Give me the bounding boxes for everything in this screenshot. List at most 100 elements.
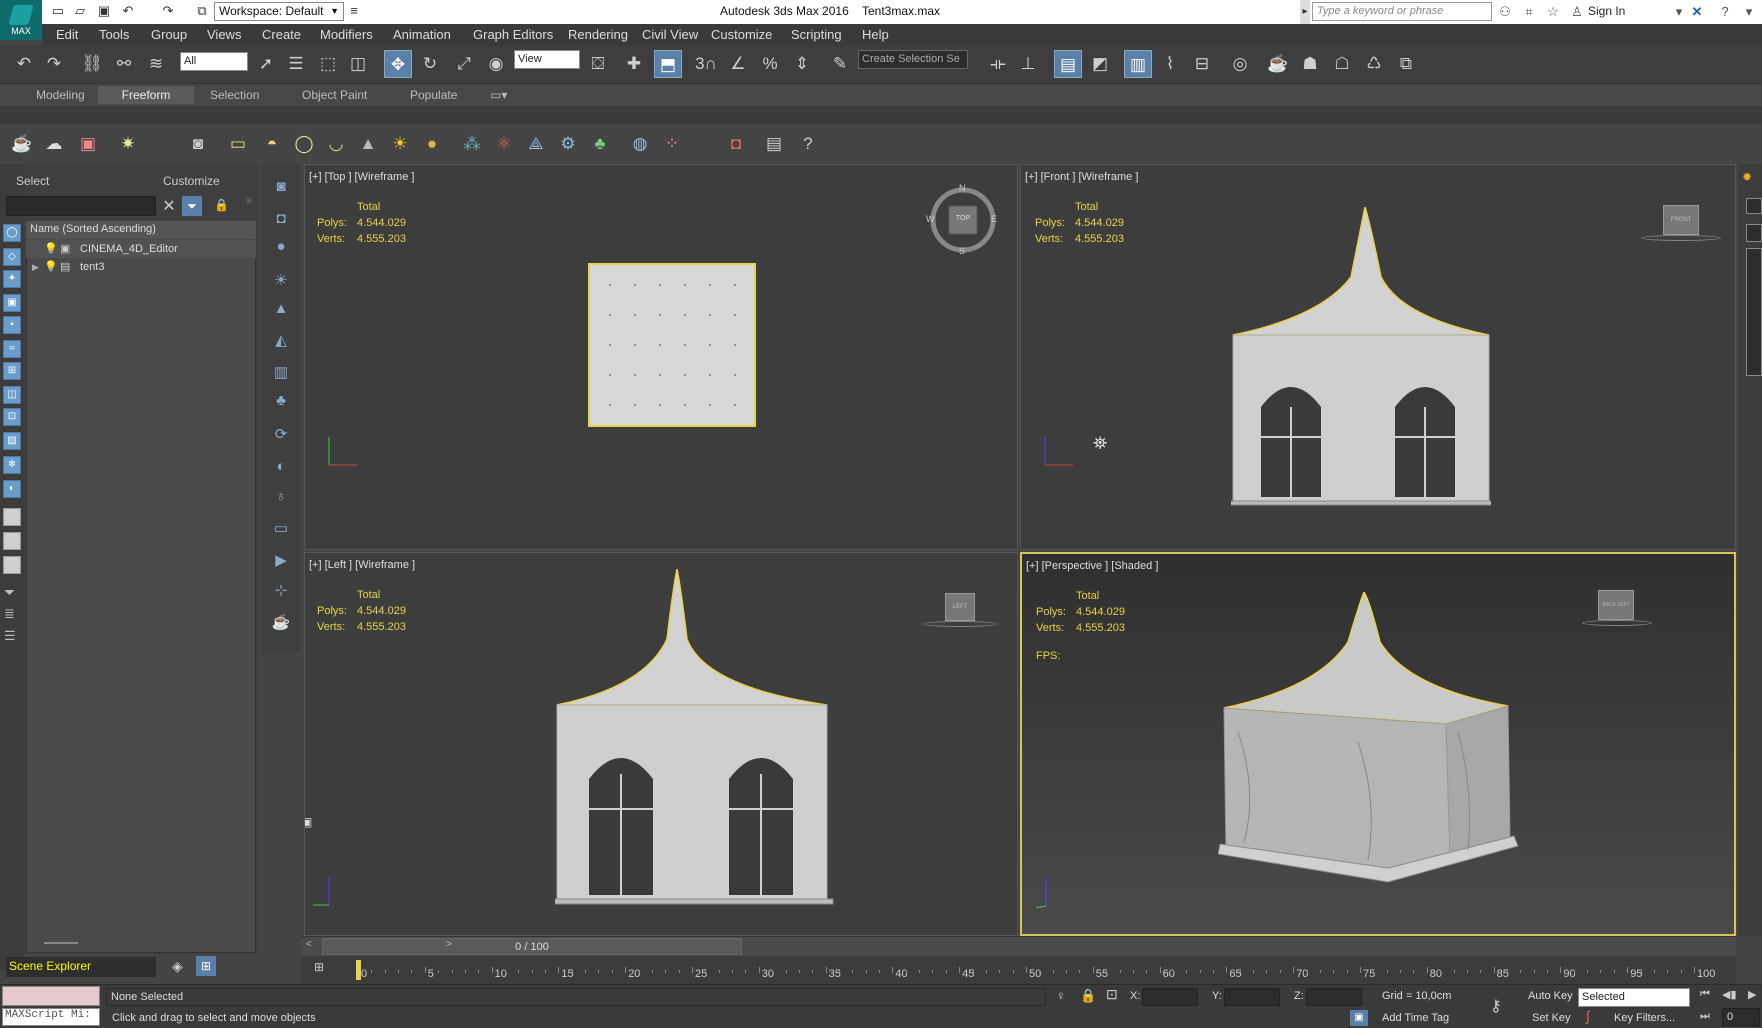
sun-icon[interactable]: ☀ — [388, 132, 412, 156]
workspace-dropdown[interactable]: Workspace: Default ▼ — [214, 2, 344, 21]
panel-field[interactable] — [1746, 224, 1762, 242]
material-editor-icon[interactable]: ◎ — [1226, 50, 1254, 78]
tab-populate[interactable]: Populate — [404, 86, 463, 104]
cone-icon[interactable]: ▲ — [356, 132, 380, 156]
tent-front-view[interactable] — [1231, 207, 1491, 507]
light-bulb-icon[interactable]: 💡 — [44, 240, 58, 258]
clear-search-icon[interactable]: ✕ — [160, 196, 178, 216]
render-online-icon[interactable]: ⧉ — [1392, 50, 1420, 78]
display-all-icon[interactable] — [3, 508, 21, 526]
undo-icon[interactable]: ↶ — [10, 50, 38, 78]
chevron-down-icon[interactable]: ▾ — [1740, 3, 1758, 21]
display-helpers-icon[interactable]: ▪ — [3, 316, 21, 334]
clipboard-icon[interactable]: ▤ — [762, 132, 786, 156]
viewport-label[interactable]: [+] [Perspective ] [Shaded ] — [1026, 560, 1158, 572]
app-menu-button[interactable]: MAX — [0, 0, 42, 40]
help-icon[interactable]: ? — [1716, 3, 1734, 21]
new-file-icon[interactable]: ▭ — [50, 3, 66, 19]
binoculars-icon[interactable]: ⚇ — [1496, 3, 1514, 21]
sun-light-icon[interactable]: ☀ — [270, 270, 292, 292]
open-track-bar-icon[interactable]: ⊞ — [314, 960, 334, 980]
plane-icon[interactable]: ▭ — [226, 132, 250, 156]
camera-icon[interactable]: ◙ — [186, 132, 210, 156]
hierarchy-icon[interactable]: ⊞ — [196, 956, 216, 976]
communication-center-icon[interactable]: ⌗ — [1520, 3, 1538, 21]
percent-snap-icon[interactable]: % — [756, 50, 784, 78]
panel-list[interactable] — [1746, 248, 1762, 376]
viewcube-compass[interactable]: TOP N E S W — [926, 183, 998, 256]
display-containers-icon[interactable]: ▨ — [3, 432, 21, 450]
disc-icon[interactable]: ● — [420, 132, 444, 156]
favorites-star-icon[interactable]: ☆ — [1544, 3, 1562, 21]
render-production-icon[interactable]: ☖ — [1328, 50, 1356, 78]
list-item[interactable]: 💡 ▣ CINEMA_4D_Editor — [26, 240, 256, 258]
redo-icon[interactable]: ↷ — [40, 50, 68, 78]
sort-list-icon[interactable]: ☰ — [4, 628, 16, 644]
display-hidden-icon[interactable]: ◐ — [3, 480, 21, 498]
particles-icon[interactable]: ⁂ — [460, 132, 484, 156]
orbit-icon[interactable]: ⟳ — [270, 424, 292, 446]
display-cameras-icon[interactable]: ▣ — [3, 294, 21, 312]
menu-create[interactable]: Create — [262, 27, 301, 42]
autodesk-exchange-icon[interactable]: ✕ — [1688, 3, 1706, 21]
keyboard-shortcut-override-icon[interactable]: ⬒ — [654, 50, 682, 78]
snaps-toggle-icon[interactable]: 3∩ — [692, 50, 720, 78]
menu-edit[interactable]: Edit — [56, 27, 78, 42]
time-slider-thumb[interactable]: 0 / 100 — [322, 938, 742, 955]
viewport-top[interactable]: [+] [Top ] [Wireframe ] Total Polys: 4.54… — [304, 164, 1018, 550]
key-mode-toggle-icon[interactable]: ⏭ — [1700, 1010, 1710, 1023]
toggle-ribbon-icon[interactable]: ▥ — [1124, 50, 1152, 78]
grid-icon[interactable]: ⊹ — [270, 580, 292, 602]
place-icon[interactable]: ◉ — [482, 50, 510, 78]
column-header-name[interactable]: Name (Sorted Ascending) — [26, 221, 256, 239]
adaptive-degradation-icon[interactable]: ▣ — [1350, 1010, 1368, 1026]
render-iterative-icon[interactable]: ♺ — [1360, 50, 1388, 78]
panel-close-icon[interactable]: ≡ — [246, 196, 252, 207]
help-circle-icon[interactable]: ? — [796, 132, 820, 156]
timeline-ruler[interactable]: 0 5 10 15 20 25 30 35 40 45 50 55 60 65 70 75 80 85 90 95 10… — [302, 956, 1736, 986]
add-time-tag-button[interactable]: Add Time Tag — [1382, 1012, 1449, 1024]
key-mode-dropdown[interactable]: Selected — [1578, 988, 1690, 1007]
menu-scripting[interactable]: Scripting — [791, 27, 842, 42]
current-frame-marker[interactable] — [356, 960, 361, 980]
tab-modeling[interactable]: Modeling — [30, 86, 91, 104]
window-crossing-icon[interactable]: ◫ — [344, 50, 372, 78]
display-xrefs-icon[interactable]: ◫ — [3, 386, 21, 404]
book-icon[interactable]: ▥ — [270, 362, 292, 384]
maxscript-mini-input[interactable]: MAXScript Mi: — [2, 1008, 100, 1026]
terrain-icon[interactable]: ▲ — [270, 298, 292, 320]
palette-icon[interactable]: ⁘ — [660, 132, 684, 156]
layers-icon[interactable]: ◈ — [172, 958, 183, 975]
select-and-move-icon[interactable]: ✥ — [384, 50, 412, 78]
search-input[interactable]: Type a keyword or phrase — [1312, 2, 1492, 21]
image-icon[interactable]: ▣ — [76, 132, 100, 156]
select-by-name-icon[interactable]: ☰ — [282, 50, 310, 78]
display-geometry-icon[interactable]: ◯ — [3, 224, 21, 242]
menu-graph-editors[interactable]: Graph Editors — [473, 27, 553, 42]
named-selection-set-dropdown[interactable]: Create Selection Se — [858, 50, 968, 69]
viewport-label[interactable]: [+] [Left ] [Wireframe ] — [309, 559, 415, 571]
plant-icon[interactable]: ♣ — [588, 132, 612, 156]
curve-editor-icon[interactable]: ⌇ — [1156, 50, 1184, 78]
tab-freeform[interactable]: Freeform — [98, 86, 194, 104]
teapot-icon[interactable]: ☕ — [270, 612, 292, 634]
triangle-net-icon[interactable]: ⟁ — [524, 132, 548, 156]
scene-explorer-search-input[interactable] — [6, 196, 156, 216]
align-icon[interactable]: ⊥ — [1014, 50, 1042, 78]
go-to-start-icon[interactable]: ⏮ — [1700, 988, 1710, 1001]
pivot-center-icon[interactable]: ⛋ — [584, 50, 612, 78]
set-key-button[interactable]: Set Key — [1532, 1012, 1571, 1024]
clipboard-marker-icon[interactable]: ▣ — [305, 815, 312, 829]
viewcube[interactable]: BACK LEFT — [1598, 590, 1634, 620]
tent-top-view[interactable] — [588, 263, 756, 427]
menu-civil-view[interactable]: Civil View — [642, 27, 698, 42]
menu-modifiers[interactable]: Modifiers — [320, 27, 373, 42]
display-none-icon[interactable] — [3, 532, 21, 550]
tab-selection[interactable]: Selection — [204, 86, 265, 104]
filter-icon[interactable]: ⏷ — [4, 584, 15, 601]
cone-light-icon[interactable]: ◭ — [270, 330, 292, 352]
viewport-perspective[interactable]: [+] [Perspective ] [Shaded ] Total Polys… — [1020, 552, 1736, 936]
menu-help[interactable]: Help — [862, 27, 889, 42]
scene-explorer-select-menu[interactable]: Select — [16, 174, 49, 188]
select-and-scale-icon[interactable]: ⤢ — [450, 50, 478, 78]
